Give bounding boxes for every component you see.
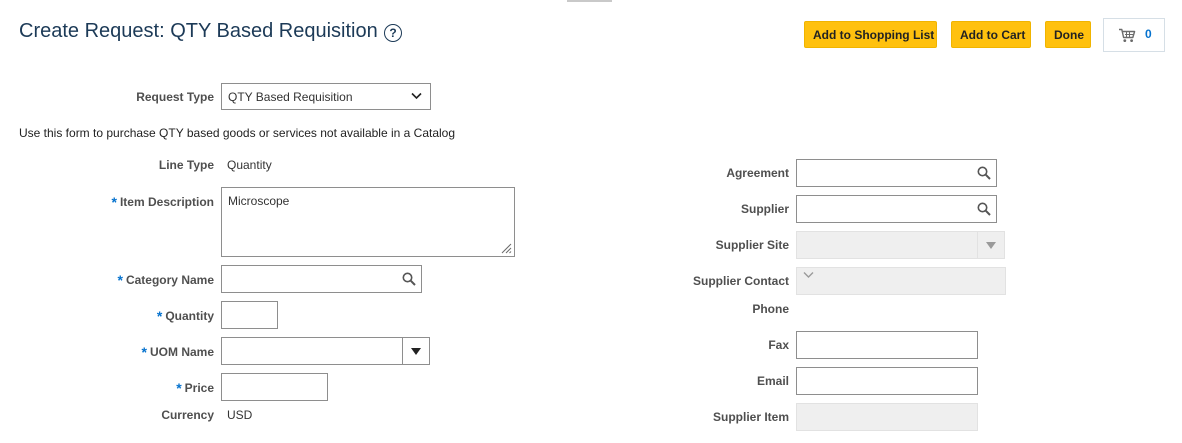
request-type-label: Request Type (136, 90, 214, 104)
uom-name-select[interactable] (221, 337, 430, 365)
line-type-value: Quantity (227, 158, 272, 172)
supplier-site-dropdown-button (977, 232, 1004, 258)
quantity-label-text: Quantity (165, 309, 214, 323)
request-type-value: QTY Based Requisition (228, 89, 353, 104)
help-icon[interactable]: ? (384, 24, 402, 42)
agreement-label: Agreement (726, 166, 789, 180)
cart-count: 0 (1145, 27, 1152, 41)
price-label-text: Price (184, 381, 214, 395)
required-indicator: * (156, 308, 163, 324)
cart-icon (1119, 28, 1136, 42)
top-tab-indicator (567, 0, 612, 2)
supplier-item-input (796, 403, 978, 431)
uom-name-label-text: UOM Name (149, 345, 214, 359)
add-to-shopping-list-button[interactable]: Add to Shopping List (804, 21, 937, 48)
dropdown-triangle-icon (986, 241, 996, 249)
email-label: Email (756, 374, 789, 388)
item-description-label-text: Item Description (119, 195, 214, 209)
chevron-down-icon (803, 272, 814, 278)
add-to-cart-button[interactable]: Add to Cart (951, 21, 1031, 48)
category-name-input[interactable] (221, 265, 422, 293)
supplier-contact-label: Supplier Contact (692, 274, 789, 288)
done-button[interactable]: Done (1045, 21, 1091, 48)
email-input[interactable] (796, 367, 978, 395)
request-type-select[interactable]: QTY Based Requisition (221, 83, 431, 110)
supplier-site-select (796, 231, 1005, 259)
dropdown-triangle-icon (411, 347, 421, 355)
supplier-contact-select (796, 267, 1006, 295)
required-indicator: * (141, 344, 147, 360)
supplier-item-label: Supplier Item (712, 410, 789, 424)
supplier-label: Supplier (740, 202, 789, 216)
currency-value: USD (227, 408, 253, 422)
category-name-label-text: Category Name (125, 273, 214, 287)
required-indicator: * (117, 272, 123, 288)
supplier-input[interactable] (796, 195, 997, 223)
search-icon[interactable] (977, 166, 991, 180)
chevron-down-icon (411, 92, 422, 100)
required-indicator: * (176, 380, 182, 396)
agreement-input[interactable] (796, 159, 997, 187)
uom-name-label: * UOM Name (141, 343, 214, 360)
phone-label: Phone (752, 302, 789, 316)
cart-button[interactable]: 0 (1103, 18, 1165, 52)
fax-input[interactable] (796, 331, 978, 359)
uom-dropdown-button[interactable] (402, 338, 429, 364)
quantity-label: * Quantity (156, 307, 214, 324)
search-icon[interactable] (977, 202, 991, 216)
currency-label: Currency (161, 408, 214, 422)
category-name-label: * Category Name (117, 271, 214, 288)
price-input[interactable] (221, 373, 328, 401)
fax-label: Fax (768, 338, 789, 352)
price-label: * Price (176, 379, 214, 396)
item-description-input[interactable]: Microscope (221, 187, 515, 257)
form-instructions: Use this form to purchase QTY based good… (19, 126, 456, 140)
quantity-input[interactable] (221, 301, 278, 329)
page-title: Create Request: QTY Based Requisition (19, 20, 378, 42)
required-indicator: * (111, 194, 117, 210)
line-type-label: Line Type (158, 158, 214, 172)
search-icon[interactable] (402, 272, 416, 286)
supplier-site-label: Supplier Site (715, 238, 789, 252)
item-description-label: * Item Description (111, 193, 214, 210)
